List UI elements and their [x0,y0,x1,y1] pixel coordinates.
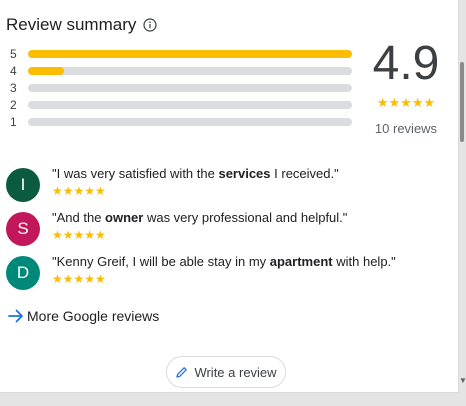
review-quote-text: "And the [52,210,106,225]
rating-bar-fill [28,49,352,58]
review-snippet[interactable]: I "I was very satisfied with the service… [6,165,446,209]
avatar[interactable]: S [6,212,40,246]
rating-bar-track [28,66,352,75]
rating-bar-track [28,117,352,126]
review-quote-text: was very professional and helpful." [143,210,348,225]
rating-bar-label: 5 [10,46,17,61]
arrow-right-icon [8,309,23,323]
review-summary-panel: Review summary 5 4 3 2 1 4.9 ★★★★★ 10 re… [0,0,459,393]
rating-bar-3[interactable]: 3 [10,79,356,96]
rating-bar-label: 3 [10,80,17,95]
write-review-button[interactable]: Write a review [166,356,286,388]
rating-distribution: 5 4 3 2 1 [10,45,356,130]
review-stars: ★★★★★ [52,272,106,286]
pencil-icon [176,366,188,378]
rating-bar-1[interactable]: 1 [10,113,356,130]
rating-bar-2[interactable]: 2 [10,96,356,113]
review-stars: ★★★★★ [52,228,106,242]
more-reviews-link[interactable]: More Google reviews [8,308,159,324]
rating-bar-label: 2 [10,97,17,112]
review-quote: "Kenny Greif, I will be able stay in my … [52,254,396,269]
rating-bar-track [28,49,352,58]
review-snippets: I "I was very satisfied with the service… [6,165,446,297]
review-summary-header: Review summary [6,15,157,35]
review-quote-text: I received." [270,166,339,181]
info-icon[interactable] [143,18,157,32]
review-count[interactable]: 10 reviews [366,121,446,136]
rating-bar-4[interactable]: 4 [10,62,356,79]
write-review-label: Write a review [194,364,277,380]
scrollbar-thumb[interactable] [460,62,464,142]
avatar[interactable]: I [6,168,40,202]
page-title: Review summary [6,15,137,34]
more-reviews-label: More Google reviews [27,308,160,324]
rating-bar-label: 4 [10,63,17,78]
review-stars: ★★★★★ [52,184,106,198]
rating-bar-label: 1 [10,114,17,129]
average-rating-stars: ★★★★★ [376,95,436,110]
review-quote-keyword: apartment [269,254,333,269]
review-quote-text: "I was very satisfied with the [52,166,219,181]
review-quote-text: "Kenny Greif, I will be able stay in my [52,254,270,269]
rating-bar-fill [28,66,64,75]
review-quote-keyword: owner [105,210,144,225]
review-quote-keyword: services [218,166,271,181]
rating-bar-5[interactable]: 5 [10,45,356,62]
review-quote: "And the owner was very professional and… [52,210,347,225]
rating-bar-track [28,83,352,92]
review-quote: "I was very satisfied with the services … [52,166,339,181]
review-snippet[interactable]: D "Kenny Greif, I will be able stay in m… [6,253,446,297]
rating-bar-track [28,100,352,109]
average-rating: 4.9 [372,37,440,90]
scroll-down-icon[interactable]: ▼ [459,376,466,385]
review-quote-text: with help." [332,254,396,269]
review-snippet[interactable]: S "And the owner was very professional a… [6,209,446,253]
avatar[interactable]: D [6,256,40,290]
